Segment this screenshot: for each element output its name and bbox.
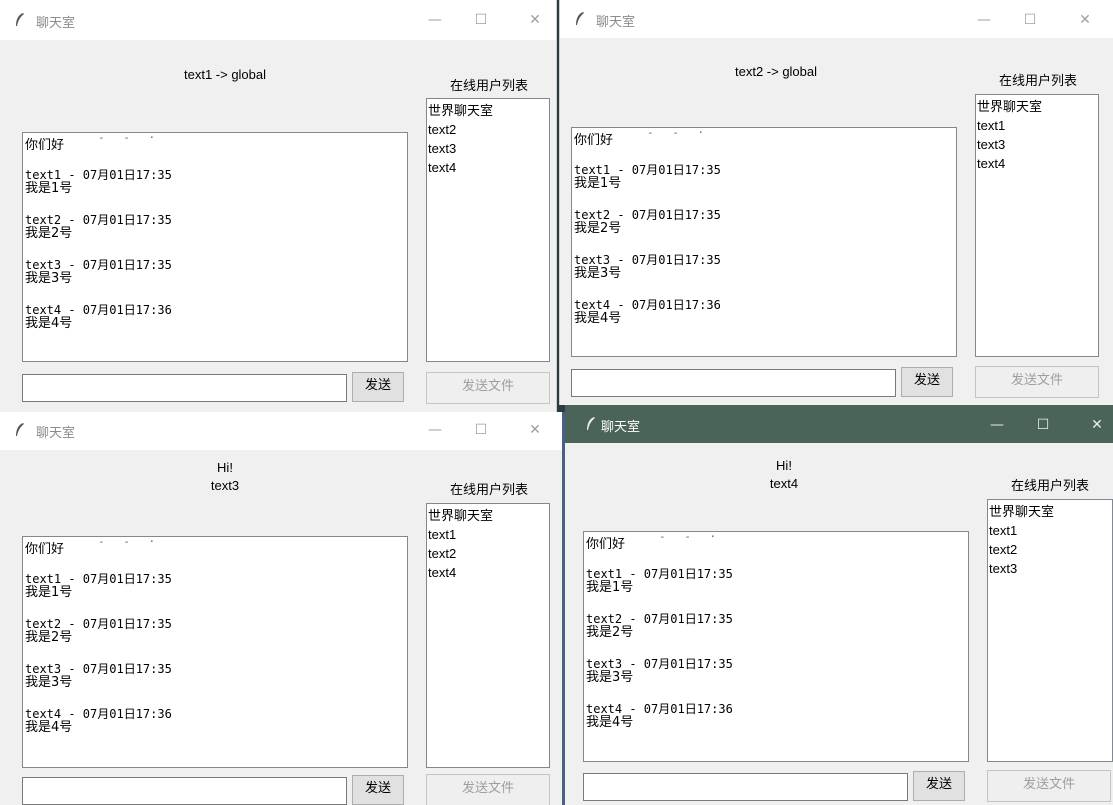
chat-log[interactable]: - - · 你们好 text1 - 07月01日17:35 我是1号 text2 …	[22, 536, 408, 768]
user-list-item[interactable]: text2	[989, 540, 1111, 559]
chat-message: text1 - 07月01日17:35 我是1号	[25, 572, 172, 600]
send-button[interactable]: 发送	[913, 771, 965, 801]
chat-header: text1 -> global	[75, 66, 375, 84]
user-list-item[interactable]: 世界聊天室	[989, 502, 1111, 521]
chat-log[interactable]: - - · 你们好 text1 - 07月01日17:35 我是1号 text2 …	[571, 127, 957, 357]
send-button[interactable]: 发送	[352, 775, 404, 805]
chat-message: text2 - 07月01日17:35 我是2号	[574, 208, 721, 236]
header-line: text2 -> global	[734, 64, 818, 79]
user-list[interactable]: 世界聊天室 text1 text2 text4	[426, 503, 550, 768]
chat-header: Hi! text3	[75, 459, 375, 495]
send-button[interactable]: 发送	[352, 372, 404, 402]
header-line: Hi!	[776, 458, 792, 473]
user-list-item[interactable]: 世界聊天室	[428, 101, 548, 120]
feather-icon	[587, 417, 595, 430]
clipped-text: - - ·	[659, 531, 723, 543]
window-title: 聊天室	[596, 15, 636, 30]
chat-window-text3: 聊天室 — ☐ ✕ Hi! text3 在线用户列表 世界聊天室 text1 t…	[0, 412, 562, 805]
chat-header: Hi! text4	[634, 457, 934, 493]
title-bar[interactable]: 聊天室 — ☐ ✕	[0, 0, 556, 40]
user-list-item[interactable]: text3	[428, 139, 548, 158]
chat-message: text3 - 07月01日17:35 我是3号	[25, 258, 172, 286]
title-bar[interactable]: 聊天室 — ☐ ✕	[560, 0, 1113, 38]
close-button[interactable]: ✕	[520, 8, 550, 32]
user-list-item[interactable]: text1	[989, 521, 1111, 540]
chat-message: text2 - 07月01日17:35 我是2号	[25, 213, 172, 241]
close-button[interactable]: ✕	[1070, 8, 1100, 32]
chat-message: text2 - 07月01日17:35 我是2号	[586, 612, 733, 640]
chat-message: text4 - 07月01日17:36 我是4号	[574, 298, 721, 326]
chat-message: text1 - 07月01日17:35 我是1号	[586, 567, 733, 595]
close-button[interactable]: ✕	[1082, 413, 1112, 437]
chat-window-text1: 聊天室 — ☐ ✕ text1 -> global 在线用户列表 世界聊天室 t…	[0, 0, 557, 412]
title-bar[interactable]: 聊天室 — ☐ ✕	[0, 412, 562, 450]
minimize-button[interactable]: —	[982, 413, 1012, 437]
chat-message: text4 - 07月01日17:36 我是4号	[25, 707, 172, 735]
user-list[interactable]: 世界聊天室 text1 text2 text3	[987, 499, 1113, 762]
title-bar[interactable]: 聊天室 — ☐ ✕	[565, 405, 1113, 443]
clipped-text: - - ·	[98, 536, 162, 548]
send-file-button[interactable]: 发送文件	[975, 366, 1099, 398]
chat-message: text4 - 07月01日17:36 我是4号	[586, 702, 733, 730]
maximize-button[interactable]: ☐	[1015, 8, 1045, 32]
send-button[interactable]: 发送	[901, 367, 953, 397]
user-list-item[interactable]: text1	[977, 116, 1097, 135]
message-input[interactable]	[583, 773, 908, 801]
window-title: 聊天室	[36, 426, 76, 441]
window-title: 聊天室	[601, 420, 641, 435]
chat-log[interactable]: - - · 你们好 text1 - 07月01日17:35 我是1号 text2 …	[22, 132, 408, 362]
user-list-item[interactable]: text3	[989, 559, 1111, 578]
users-label: 在线用户列表	[998, 74, 1077, 89]
user-list[interactable]: 世界聊天室 text1 text3 text4	[975, 94, 1099, 357]
send-file-button[interactable]: 发送文件	[426, 372, 550, 404]
message-input[interactable]	[22, 777, 347, 805]
minimize-button[interactable]: —	[420, 418, 450, 442]
header-line: text3	[210, 478, 240, 493]
user-list-item[interactable]: text1	[428, 525, 548, 544]
user-list-item[interactable]: text4	[428, 158, 548, 177]
user-list-item[interactable]: text3	[977, 135, 1097, 154]
user-list-item[interactable]: text2	[428, 120, 548, 139]
maximize-button[interactable]: ☐	[466, 418, 496, 442]
chat-log[interactable]: - - · 你们好 text1 - 07月01日17:35 我是1号 text2 …	[583, 531, 969, 762]
user-list[interactable]: 世界聊天室 text2 text3 text4	[426, 98, 550, 362]
header-line: text4	[769, 476, 799, 491]
user-list-item[interactable]: 世界聊天室	[428, 506, 548, 525]
chat-message: text4 - 07月01日17:36 我是4号	[25, 303, 172, 331]
users-label: 在线用户列表	[449, 483, 528, 498]
chat-window-text4: 聊天室 — ☐ ✕ Hi! text4 在线用户列表 世界聊天室 text1 t…	[565, 405, 1113, 805]
users-label: 在线用户列表	[1010, 479, 1089, 494]
clipped-text: - - ·	[98, 132, 162, 144]
chat-message: text2 - 07月01日17:35 我是2号	[25, 617, 172, 645]
clipped-text: - - ·	[647, 127, 711, 139]
chat-header: text2 -> global	[626, 63, 926, 81]
feather-icon	[16, 423, 24, 436]
minimize-button[interactable]: —	[969, 8, 999, 32]
chat-message: text1 - 07月01日17:35 我是1号	[574, 163, 721, 191]
send-file-button[interactable]: 发送文件	[987, 770, 1111, 802]
user-list-item[interactable]: 世界聊天室	[977, 97, 1097, 116]
maximize-button[interactable]: ☐	[466, 8, 496, 32]
chat-message: text3 - 07月01日17:35 我是3号	[586, 657, 733, 685]
close-button[interactable]: ✕	[520, 418, 550, 442]
user-list-item[interactable]: text2	[428, 544, 548, 563]
message-input[interactable]	[571, 369, 896, 397]
send-file-button[interactable]: 发送文件	[426, 774, 550, 805]
maximize-button[interactable]: ☐	[1028, 413, 1058, 437]
feather-icon	[16, 13, 24, 26]
chat-message: text1 - 07月01日17:35 我是1号	[25, 168, 172, 196]
window-title: 聊天室	[36, 16, 76, 31]
header-line: text1 -> global	[183, 67, 267, 82]
chat-message: text3 - 07月01日17:35 我是3号	[25, 662, 172, 690]
user-list-item[interactable]: text4	[428, 563, 548, 582]
chat-window-text2: 聊天室 — ☐ ✕ text2 -> global 在线用户列表 世界聊天室 t…	[559, 0, 1113, 405]
users-label: 在线用户列表	[449, 79, 528, 94]
user-list-item[interactable]: text4	[977, 154, 1097, 173]
minimize-button[interactable]: —	[420, 8, 450, 32]
feather-icon	[576, 12, 584, 25]
header-line: Hi!	[217, 460, 233, 475]
message-input[interactable]	[22, 374, 347, 402]
chat-message: text3 - 07月01日17:35 我是3号	[574, 253, 721, 281]
